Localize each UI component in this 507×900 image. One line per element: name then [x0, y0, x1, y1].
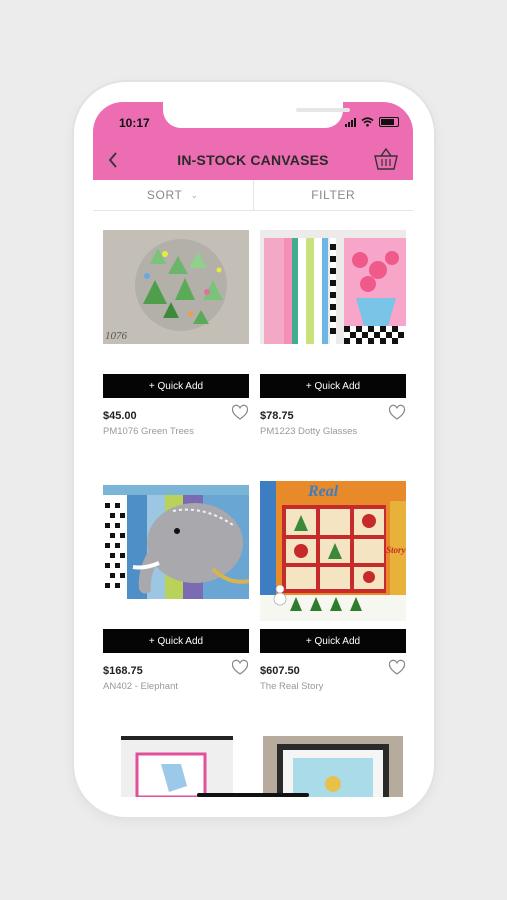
- product-card[interactable]: Real Story + Quick Add $607.50 The Real …: [260, 481, 406, 695]
- product-card[interactable]: + Quick Add $168.75 AN402 - Elephant: [103, 485, 249, 695]
- app-screen: 10:17 IN-STOCK CANVASES SORT ⌄ FILTER 10…: [93, 102, 413, 797]
- speaker: [296, 108, 350, 112]
- product-price: $168.75: [103, 665, 143, 677]
- quick-add-button[interactable]: + Quick Add: [103, 374, 249, 398]
- heart-icon[interactable]: [231, 404, 249, 422]
- heart-icon[interactable]: [388, 404, 406, 422]
- real-story-canvas: [260, 481, 406, 621]
- battery-icon: [379, 117, 399, 127]
- partial-canvas-image: [121, 736, 233, 797]
- heart-icon[interactable]: [388, 659, 406, 677]
- filter-label: FILTER: [311, 188, 356, 202]
- basket-icon: [374, 147, 398, 170]
- product-image[interactable]: [103, 485, 249, 599]
- product-image[interactable]: [121, 736, 233, 797]
- product-name[interactable]: AN402 - Elephant: [103, 681, 178, 692]
- elephant-canvas: [103, 495, 249, 599]
- product-name[interactable]: PM1223 Dotty Glasses: [260, 426, 357, 437]
- sort-button[interactable]: SORT ⌄: [93, 180, 253, 210]
- green-trees-canvas: [103, 230, 249, 344]
- product-image[interactable]: [260, 481, 406, 621]
- product-card[interactable]: + Quick Add $78.75 PM1223 Dotty Glasses: [260, 230, 406, 440]
- page-title: IN-STOCK CANVASES: [177, 152, 329, 168]
- sort-label: SORT: [146, 188, 183, 202]
- back-button[interactable]: [103, 148, 123, 172]
- status-icons: [345, 116, 399, 128]
- partial-canvas-image: [263, 736, 403, 797]
- status-time: 10:17: [119, 116, 150, 130]
- quick-add-button[interactable]: + Quick Add: [103, 629, 249, 653]
- product-price: $45.00: [103, 410, 137, 422]
- canvas-title-story: Story: [386, 545, 406, 555]
- quick-add-button[interactable]: + Quick Add: [260, 629, 406, 653]
- product-image[interactable]: [103, 230, 249, 344]
- quick-add-button[interactable]: + Quick Add: [260, 374, 406, 398]
- product-price: $78.75: [260, 410, 294, 422]
- chevron-left-icon: [108, 152, 117, 168]
- dotty-glasses-canvas: [260, 230, 406, 344]
- signal-icon: [345, 117, 356, 127]
- wifi-icon: [361, 117, 374, 127]
- canvas-number-label: 1076: [105, 330, 127, 342]
- product-name[interactable]: PM1076 Green Trees: [103, 426, 194, 437]
- product-card[interactable]: 1076 + Quick Add $45.00 PM1076 Green Tre…: [103, 230, 249, 440]
- product-image[interactable]: [263, 736, 403, 797]
- product-price: $607.50: [260, 665, 300, 677]
- notch: [163, 102, 350, 128]
- canvas-title-real: Real: [308, 483, 339, 500]
- heart-icon[interactable]: [231, 659, 249, 677]
- product-image[interactable]: [260, 230, 406, 344]
- product-name[interactable]: The Real Story: [260, 681, 323, 692]
- home-indicator: [197, 793, 309, 797]
- basket-button[interactable]: [373, 146, 399, 172]
- sort-filter-bar: SORT ⌄ FILTER: [93, 180, 413, 211]
- chevron-down-icon: ⌄: [190, 189, 199, 200]
- filter-button[interactable]: FILTER: [252, 180, 414, 210]
